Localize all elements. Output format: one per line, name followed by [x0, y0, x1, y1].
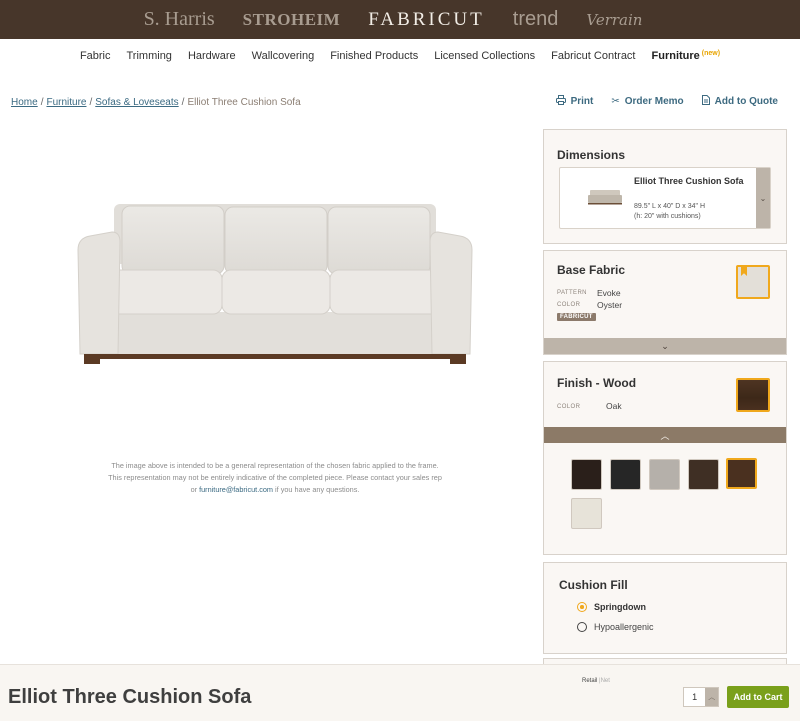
radio-hypoallergenic[interactable]: Hypoallergenic — [577, 622, 654, 632]
disclaimer-suffix: if you have any questions. — [273, 485, 360, 494]
sofa-thumbnail — [587, 189, 623, 205]
dimensions-product-name: Elliot Three Cushion Sofa — [634, 176, 744, 186]
fabric-color-label: COLOR — [557, 302, 581, 308]
dimensions-measurements: 89.5" L x 40" D x 34" H — [634, 203, 706, 210]
brand-link-stroheim[interactable]: STROHEIM — [243, 10, 341, 30]
disclaimer-line-1: The image above is intended to be a gene… — [111, 461, 439, 470]
quantity-stepper[interactable]: 1 ︿ — [683, 687, 719, 707]
breadcrumb-furniture[interactable]: Furniture — [46, 97, 86, 108]
print-button[interactable]: Print — [555, 95, 594, 108]
wood-swatch-selected[interactable] — [736, 378, 770, 412]
new-badge: (new) — [701, 50, 721, 57]
finish-wood-collapse-button[interactable]: ︿ — [544, 427, 786, 443]
breadcrumb-separator: / — [40, 97, 44, 108]
scissors-icon: ✂ — [611, 96, 620, 107]
nav-furniture-label: Furniture — [651, 50, 700, 62]
printer-icon — [555, 95, 566, 108]
base-fabric-expand-button[interactable]: ⌄ — [544, 338, 786, 354]
finish-wood-panel: Finish - Wood COLOR Oak ︿ — [543, 361, 787, 555]
chevron-up-icon: ︿ — [660, 430, 670, 441]
radio-unchecked-icon — [577, 622, 587, 632]
add-to-cart-button[interactable]: Add to Cart — [727, 686, 789, 708]
nav-licensed-collections[interactable]: Licensed Collections — [434, 50, 535, 62]
radio-label: Hypoallergenic — [594, 622, 654, 632]
radio-label: Springdown — [594, 602, 646, 612]
breadcrumb: Home / Furniture / Sofas & Loveseats / Elliot … — [11, 97, 301, 108]
dimensions-panel: Dimensions Elliot Three Cushion Sofa 89.… — [543, 129, 787, 244]
brand-tag: FABRICUT — [557, 313, 596, 321]
product-title: Elliot Three Cushion Sofa — [8, 686, 252, 708]
disclaimer-prefix: or — [190, 485, 200, 494]
nav-furniture[interactable]: Furniture (new) — [652, 50, 721, 62]
brand-link-s-harris[interactable]: S. Harris — [144, 8, 215, 31]
email-link[interactable]: furniture@fabricut.com — [199, 485, 273, 494]
chevron-down-icon[interactable]: ⌄ — [756, 168, 770, 228]
disclaimer-line-3: or furniture@fabricut.com if you have an… — [95, 484, 455, 496]
breadcrumb-separator: / — [181, 97, 185, 108]
disclaimer-line-2: This representation may not be entirely … — [108, 473, 442, 482]
pattern-value: Evoke — [597, 288, 621, 298]
radio-springdown[interactable]: Springdown — [577, 602, 646, 612]
wood-swatch-option[interactable] — [571, 459, 602, 490]
wood-color-label: COLOR — [557, 404, 581, 410]
base-fabric-title: Base Fabric — [557, 263, 626, 277]
chevron-up-icon: ︿ — [708, 694, 716, 701]
order-memo-label: Order Memo — [624, 96, 684, 107]
brand-link-fabricut[interactable]: FABRICUT — [368, 9, 485, 31]
base-fabric-panel: Base Fabric PATTERN Evoke COLOR Oyster F… — [543, 250, 787, 355]
cushion-fill-panel: Cushion Fill Springdown Hypoallergenic — [543, 562, 787, 654]
nav-finished-products[interactable]: Finished Products — [330, 50, 418, 62]
wood-swatch-option[interactable] — [726, 458, 757, 489]
wood-swatch-option[interactable] — [571, 498, 602, 529]
brand-link-trend[interactable]: trend — [513, 8, 559, 31]
document-icon — [701, 95, 710, 108]
bottom-bar: Elliot Three Cushion Sofa Retail |Net 1 … — [0, 664, 800, 721]
quantity-increment-button[interactable]: ︿ — [705, 688, 718, 706]
wood-color-value: Oak — [606, 401, 622, 411]
breadcrumb-sofas-loveseats[interactable]: Sofas & Loveseats — [95, 97, 178, 108]
dimensions-size: 89.5" L x 40" D x 34" H (h: 20" with cus… — [634, 202, 705, 222]
fabric-color-value: Oyster — [597, 300, 623, 310]
breadcrumb-separator: / — [89, 97, 93, 108]
product-image-sofa — [70, 190, 480, 370]
add-to-quote-label: Add to Quote — [714, 96, 778, 107]
order-memo-button[interactable]: ✂ Order Memo — [611, 95, 683, 108]
price-retail-toggle[interactable]: Retail — [582, 678, 597, 684]
wood-swatch-option[interactable] — [649, 459, 680, 490]
dimensions-selector[interactable]: Elliot Three Cushion Sofa 89.5" L x 40" … — [559, 167, 771, 229]
bookmark-icon — [741, 267, 747, 276]
nav-trimming[interactable]: Trimming — [127, 50, 172, 62]
nav-fabricut-contract[interactable]: Fabricut Contract — [551, 50, 635, 62]
price-net-toggle[interactable]: Net — [601, 678, 610, 684]
brand-bar: S. Harris STROHEIM FABRICUT trend Verrai… — [0, 0, 800, 39]
price-toggle: Retail |Net — [582, 678, 610, 684]
nav-wallcovering[interactable]: Wallcovering — [252, 50, 315, 62]
breadcrumb-home[interactable]: Home — [11, 97, 38, 108]
image-disclaimer: The image above is intended to be a gene… — [95, 460, 455, 496]
wood-swatch-option[interactable] — [688, 459, 719, 490]
nav-hardware[interactable]: Hardware — [188, 50, 236, 62]
main-nav: Fabric Trimming Hardware Wallcovering Fi… — [0, 50, 800, 62]
wood-swatch-option[interactable] — [610, 459, 641, 490]
breadcrumb-current: Elliot Three Cushion Sofa — [187, 97, 301, 108]
finish-wood-title: Finish - Wood — [557, 376, 637, 390]
dimensions-title: Dimensions — [557, 148, 626, 162]
print-label: Print — [570, 96, 594, 107]
quantity-input[interactable]: 1 — [684, 688, 705, 706]
add-to-quote-button[interactable]: Add to Quote — [701, 95, 778, 108]
page-actions: Print ✂ Order Memo Add to Quote — [538, 95, 778, 108]
chevron-down-icon: ⌄ — [661, 340, 669, 351]
dimensions-height-note: (h: 20" with cushions) — [634, 213, 701, 220]
brand-link-verrain[interactable]: Verrain — [586, 11, 642, 29]
fabric-swatch[interactable] — [736, 265, 770, 299]
nav-fabric[interactable]: Fabric — [80, 50, 111, 62]
pattern-label: PATTERN — [557, 290, 587, 296]
radio-checked-icon — [577, 602, 587, 612]
cushion-fill-title: Cushion Fill — [559, 578, 628, 592]
